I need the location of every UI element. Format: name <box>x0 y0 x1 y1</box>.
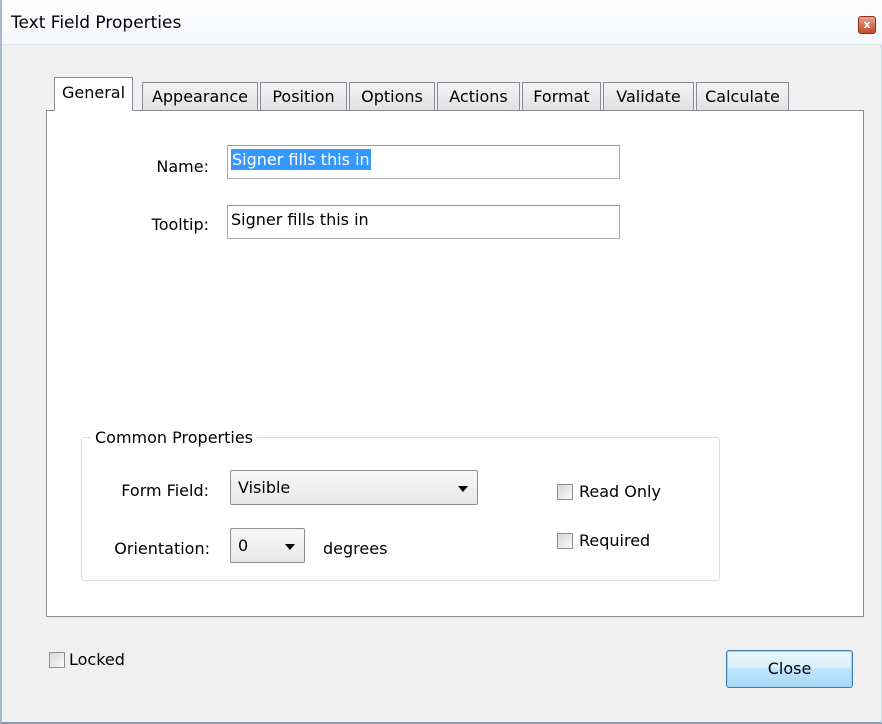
form-field-label: Form Field: <box>121 481 209 500</box>
name-input[interactable]: Signer fills this in <box>227 145 620 179</box>
read-only-label[interactable]: Read Only <box>579 482 661 501</box>
name-input-value: Signer fills this in <box>231 149 371 170</box>
tooltip-label: Tooltip: <box>151 215 209 234</box>
required-label[interactable]: Required <box>579 531 650 550</box>
tab-appearance[interactable]: Appearance <box>142 82 258 111</box>
tooltip-input-value: Signer fills this in <box>231 210 369 229</box>
orientation-unit: degrees <box>323 539 388 558</box>
tooltip-input[interactable]: Signer fills this in <box>227 205 620 239</box>
close-button[interactable]: Close <box>726 650 853 688</box>
tab-validate[interactable]: Validate <box>603 82 694 111</box>
chevron-down-icon <box>285 544 295 550</box>
dialog-window: Text Field Properties x General Appearan… <box>0 0 882 724</box>
tab-position[interactable]: Position <box>260 82 347 111</box>
locked-checkbox[interactable] <box>49 652 65 668</box>
orientation-dropdown-value: 0 <box>238 536 249 555</box>
orientation-dropdown[interactable]: 0 <box>230 528 305 563</box>
window-close-icon[interactable]: x <box>858 16 876 34</box>
tab-options[interactable]: Options <box>349 82 435 111</box>
form-field-dropdown-value: Visible <box>238 478 291 497</box>
chevron-down-icon <box>458 486 468 492</box>
tab-actions[interactable]: Actions <box>437 82 520 111</box>
title-bar[interactable]: Text Field Properties x <box>2 0 882 45</box>
tab-calculate[interactable]: Calculate <box>696 82 789 111</box>
common-properties-group <box>81 437 720 581</box>
common-properties-title: Common Properties <box>91 428 258 447</box>
form-field-dropdown[interactable]: Visible <box>230 470 478 505</box>
read-only-checkbox[interactable] <box>557 484 573 500</box>
locked-label[interactable]: Locked <box>69 650 125 669</box>
tab-format[interactable]: Format <box>522 82 601 111</box>
required-checkbox[interactable] <box>557 533 573 549</box>
orientation-label: Orientation: <box>114 539 210 558</box>
name-label: Name: <box>156 157 209 176</box>
tab-general[interactable]: General <box>54 77 133 111</box>
window-title: Text Field Properties <box>11 13 182 33</box>
